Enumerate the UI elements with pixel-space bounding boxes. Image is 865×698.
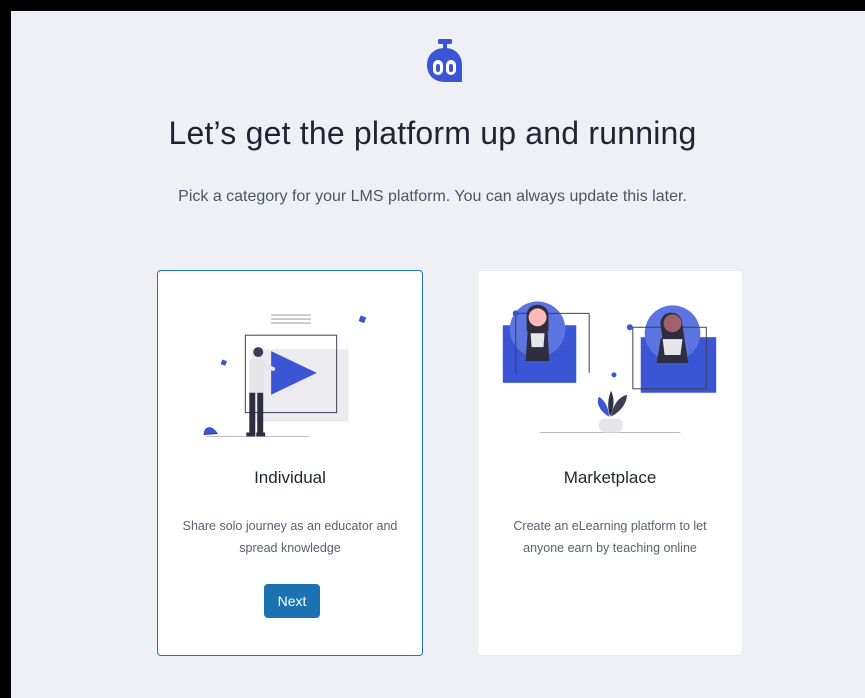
brand-logo-icon xyxy=(427,39,462,82)
category-card-individual[interactable]: Individual Share solo journey as an educ… xyxy=(157,270,423,656)
page-subtitle: Pick a category for your LMS platform. Y… xyxy=(178,188,687,205)
card-description: Create an eLearning platform to let anyo… xyxy=(513,519,707,555)
page-title: Let’s get the platform up and running xyxy=(168,115,697,151)
marketplace-illustration xyxy=(502,301,717,433)
card-title: Individual xyxy=(254,468,326,487)
individual-illustration xyxy=(203,314,367,437)
card-title: Marketplace xyxy=(563,468,657,487)
card-description: Share solo journey as an educator and sp… xyxy=(182,519,398,555)
next-button[interactable]: Next xyxy=(264,584,320,618)
category-card-marketplace[interactable]: Marketplace Create an eLearning platform… xyxy=(477,270,743,656)
